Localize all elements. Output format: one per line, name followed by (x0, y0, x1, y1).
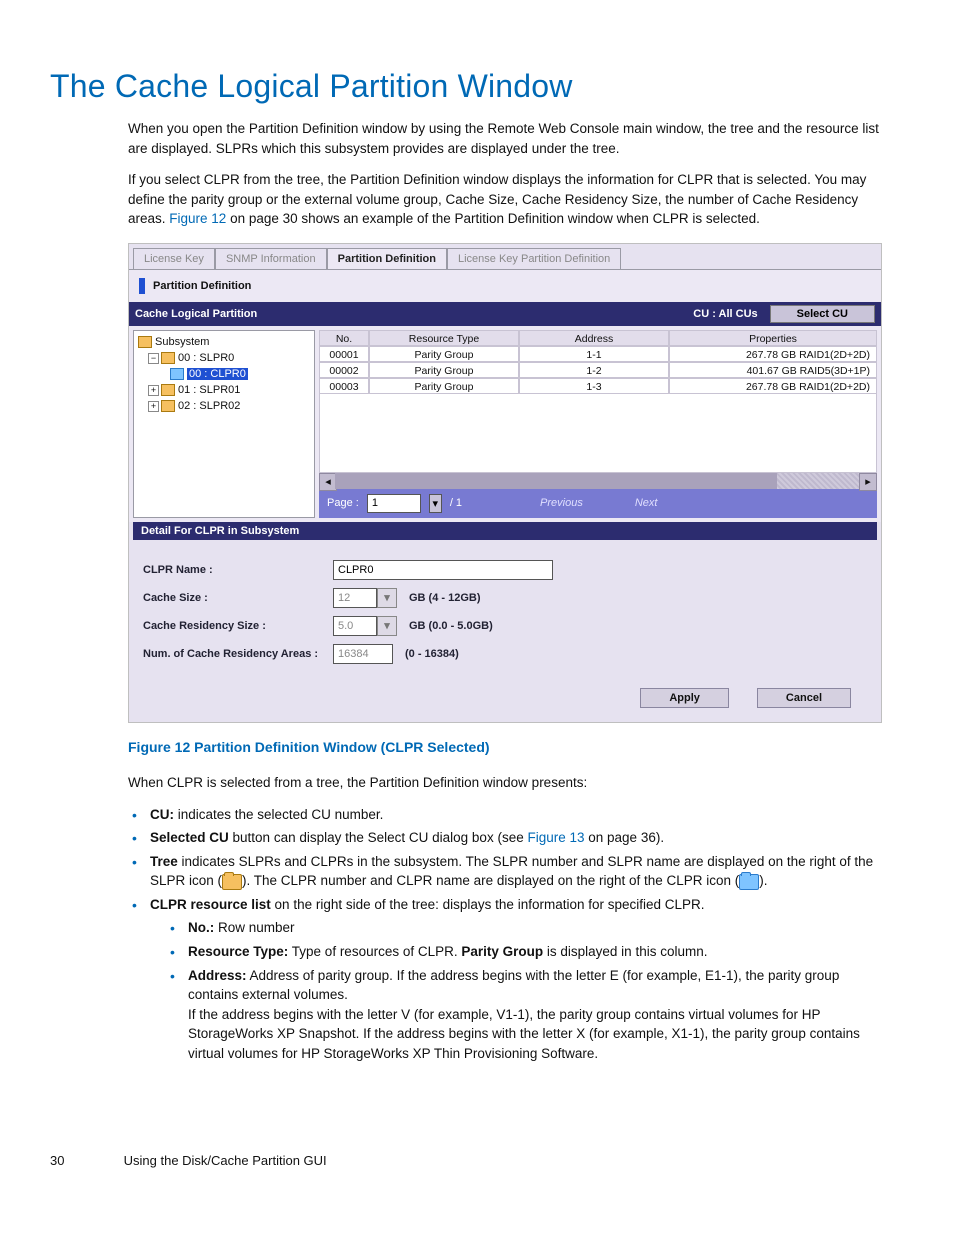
cache-residency-size-input[interactable]: 5.0 (333, 616, 377, 636)
cell: 00003 (319, 378, 369, 394)
horizontal-scrollbar[interactable]: ◂ ▸ (319, 473, 877, 489)
slpr-icon (161, 352, 175, 364)
grid-header: No. Resource Type Address Properties (319, 330, 877, 346)
tab-partition-definition[interactable]: Partition Definition (327, 248, 447, 269)
cell: 401.67 GB RAID5(3D+1P) (669, 362, 877, 378)
list-item: Tree indicates SLPRs and CLPRs in the su… (150, 852, 884, 891)
list-item: Selected CU button can display the Selec… (150, 828, 884, 848)
cell: 267.78 GB RAID1(2D+2D) (669, 346, 877, 362)
num-residency-areas-label: Num. of Cache Residency Areas : (143, 648, 333, 660)
cell: Parity Group (369, 378, 519, 394)
cache-size-range: GB (4 - 12GB) (409, 592, 481, 604)
apply-button[interactable]: Apply (640, 688, 729, 708)
cell: 267.78 GB RAID1(2D+2D) (669, 378, 877, 394)
tab-license-key-partition-definition[interactable]: License Key Partition Definition (447, 248, 621, 269)
expand-icon[interactable]: + (148, 385, 159, 396)
grid-empty-area (319, 394, 877, 473)
col-no[interactable]: No. (319, 330, 369, 346)
cell: 00002 (319, 362, 369, 378)
section-label: Detail For CLPR in Subsystem (133, 522, 877, 540)
col-resource-type[interactable]: Resource Type (369, 330, 519, 346)
cache-residency-size-label: Cache Residency Size : (143, 620, 333, 632)
table-row[interactable]: 00001 Parity Group 1-1 267.78 GB RAID1(2… (319, 346, 877, 362)
clpr-icon (739, 874, 759, 890)
dropdown-icon[interactable]: ▾ (377, 588, 397, 608)
next-button[interactable]: Next (613, 495, 680, 511)
paragraph: When CLPR is selected from a tree, the P… (128, 773, 884, 793)
clpr-name-input[interactable]: CLPR0 (333, 560, 553, 580)
cu-indicator: CU : All CUs (693, 308, 757, 320)
list-item: No.: Row number (188, 918, 884, 938)
paragraph: When you open the Partition Definition w… (128, 119, 884, 158)
num-residency-areas-range: (0 - 16384) (405, 648, 459, 660)
paragraph: If you select CLPR from the tree, the Pa… (128, 170, 884, 229)
slpr-icon (161, 400, 175, 412)
tab-snmp-info[interactable]: SNMP Information (215, 248, 327, 269)
page-footer: 30 Using the Disk/Cache Partition GUI (50, 1153, 894, 1168)
cache-residency-size-range: GB (0.0 - 5.0GB) (409, 620, 493, 632)
tree-node[interactable]: 01 : SLPR01 (178, 384, 240, 396)
clpr-name-label: CLPR Name : (143, 564, 333, 576)
select-cu-button[interactable]: Select CU (770, 305, 875, 323)
figure-ref-link[interactable]: Figure 12 (169, 211, 226, 226)
page-input[interactable]: 1 (367, 494, 421, 513)
previous-button[interactable]: Previous (518, 495, 605, 511)
cell: 1-2 (519, 362, 669, 378)
scroll-right-icon[interactable]: ▸ (859, 473, 877, 491)
table-row[interactable]: 00002 Parity Group 1-2 401.67 GB RAID5(3… (319, 362, 877, 378)
folder-icon (138, 336, 152, 348)
figure-ref-link[interactable]: Figure 13 (527, 830, 584, 845)
tree-node[interactable]: 02 : SLPR02 (178, 400, 240, 412)
page-label: Page : (327, 497, 359, 509)
cache-size-input[interactable]: 12 (333, 588, 377, 608)
num-residency-areas-input[interactable]: 16384 (333, 644, 393, 664)
cell: Parity Group (369, 346, 519, 362)
accent-bar (139, 278, 145, 294)
text: on page 30 shows an example of the Parti… (226, 211, 760, 226)
dropdown-icon[interactable]: ▾ (377, 616, 397, 636)
clpr-icon (170, 368, 184, 380)
tab-license-key[interactable]: License Key (133, 248, 215, 269)
list-item: Resource Type: Type of resources of CLPR… (188, 942, 884, 962)
cache-size-label: Cache Size : (143, 592, 333, 604)
figure-caption: Figure 12 Partition Definition Window (C… (128, 737, 884, 757)
table-row[interactable]: 00003 Parity Group 1-3 267.78 GB RAID1(2… (319, 378, 877, 394)
page-total: / 1 (450, 497, 462, 509)
page-heading: The Cache Logical Partition Window (50, 68, 894, 105)
page-dropdown-icon[interactable]: ▾ (429, 494, 442, 513)
list-item: CLPR resource list on the right side of … (150, 895, 884, 1064)
slpr-icon (161, 384, 175, 396)
expand-icon[interactable]: + (148, 401, 159, 412)
footer-text: Using the Disk/Cache Partition GUI (124, 1153, 327, 1168)
cell: Parity Group (369, 362, 519, 378)
section-label: Cache Logical Partition (135, 308, 257, 320)
page-number: 30 (50, 1153, 120, 1168)
tree-node-selected[interactable]: 00 : CLPR0 (187, 368, 248, 380)
list-item: CU: indicates the selected CU number. (150, 805, 884, 825)
tree-node[interactable]: Subsystem (155, 336, 209, 348)
cell: 1-3 (519, 378, 669, 394)
cancel-button[interactable]: Cancel (757, 688, 851, 708)
cell: 1-1 (519, 346, 669, 362)
collapse-icon[interactable]: − (148, 353, 159, 364)
tree-node[interactable]: 00 : SLPR0 (178, 352, 234, 364)
cell: 00001 (319, 346, 369, 362)
partition-definition-window: License Key SNMP Information Partition D… (128, 243, 882, 723)
col-properties[interactable]: Properties (669, 330, 877, 346)
list-item: Address: Address of parity group. If the… (188, 966, 884, 1064)
slpr-icon (222, 874, 242, 890)
panel-title: Partition Definition (153, 280, 251, 292)
col-address[interactable]: Address (519, 330, 669, 346)
tree-view[interactable]: Subsystem − 00 : SLPR0 00 : CLPR0 +01 : S… (133, 330, 315, 518)
